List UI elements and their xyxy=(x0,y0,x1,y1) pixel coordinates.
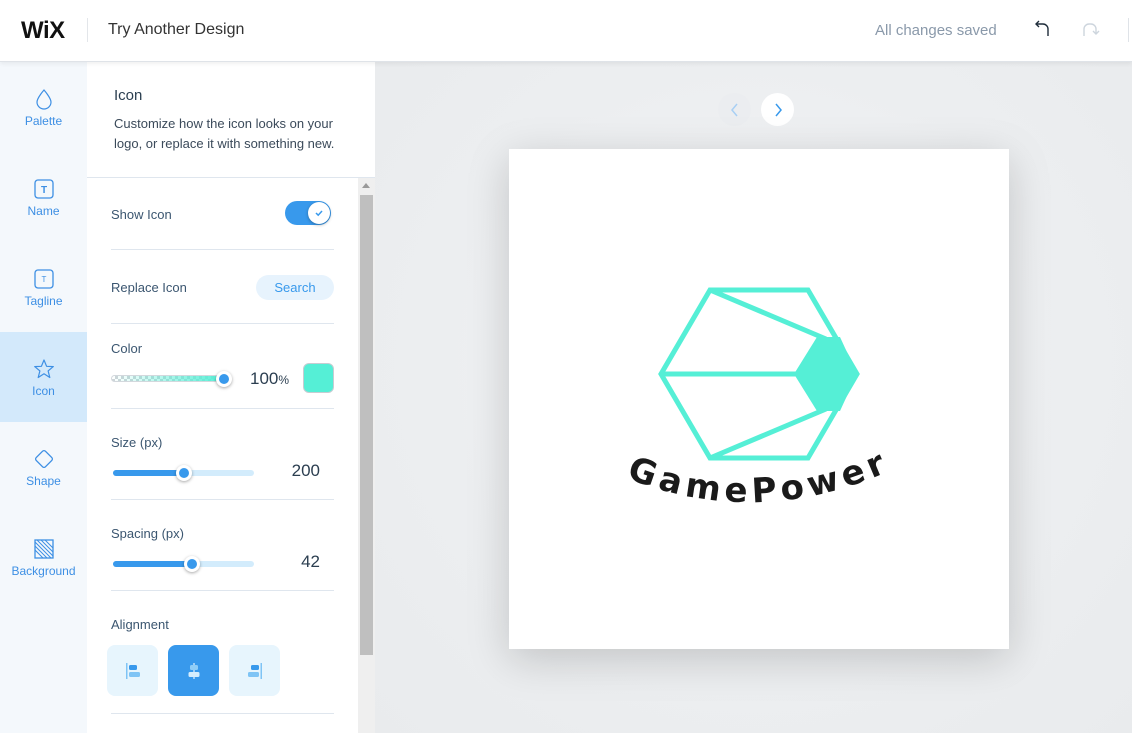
sidebar-item-label: Tagline xyxy=(24,294,63,308)
save-status: All changes saved xyxy=(875,22,997,39)
opacity-slider[interactable] xyxy=(111,375,226,382)
divider xyxy=(111,323,334,324)
align-left-button[interactable] xyxy=(107,645,158,696)
sidebar-item-icon[interactable]: Icon xyxy=(0,332,87,422)
sidebar-item-label: Icon xyxy=(32,384,55,398)
divider xyxy=(111,249,334,250)
opacity-number: 100 xyxy=(250,369,279,388)
opacity-slider-handle[interactable] xyxy=(216,371,232,387)
divider xyxy=(87,18,88,42)
scrollbar-thumb[interactable] xyxy=(360,195,373,655)
sidebar-item-palette[interactable]: Palette xyxy=(0,62,87,152)
svg-text:T: T xyxy=(40,185,46,196)
align-right-icon xyxy=(247,662,262,679)
show-icon-label: Show Icon xyxy=(111,207,172,222)
toggle-knob xyxy=(308,202,330,224)
sidebar-item-tagline[interactable]: T Tagline xyxy=(0,242,87,332)
size-slider[interactable] xyxy=(113,465,254,481)
alignment-label: Alignment xyxy=(111,617,169,632)
size-slider-handle[interactable] xyxy=(175,465,192,481)
color-label: Color xyxy=(111,341,143,356)
svg-text:T: T xyxy=(41,275,46,284)
divider xyxy=(111,713,334,714)
logo-preview-card[interactable]: GamePower xyxy=(509,149,1009,649)
page-title: Try Another Design xyxy=(108,21,245,38)
replace-icon-label: Replace Icon xyxy=(111,280,187,295)
top-bar: WiX Try Another Design All changes saved xyxy=(0,0,1132,62)
sidebar-nav: Palette T Name T Tagline Icon Shape Back… xyxy=(0,62,87,733)
next-design-button[interactable] xyxy=(761,93,794,126)
panel-title: Icon xyxy=(114,87,143,104)
search-icon-button[interactable]: Search xyxy=(256,275,334,300)
chevron-left-icon xyxy=(730,103,738,116)
panel-header: Icon Customize how the icon looks on you… xyxy=(87,62,375,178)
spacing-slider[interactable] xyxy=(113,556,254,572)
spacing-value[interactable]: 42 xyxy=(260,552,320,572)
sidebar-item-background[interactable]: Background xyxy=(0,512,87,602)
align-center-button[interactable] xyxy=(168,645,219,696)
sidebar-item-name[interactable]: T Name xyxy=(0,152,87,242)
drop-icon xyxy=(35,89,52,110)
sidebar-item-shape[interactable]: Shape xyxy=(0,422,87,512)
wix-logo[interactable]: WiX xyxy=(21,17,65,45)
divider xyxy=(111,499,334,500)
undo-icon xyxy=(1035,20,1049,36)
chevron-right-icon xyxy=(774,103,782,116)
brand-name: GamePower xyxy=(623,441,891,511)
divider xyxy=(1128,18,1129,42)
spacing-label: Spacing (px) xyxy=(111,526,184,541)
divider xyxy=(111,590,334,591)
color-swatch[interactable] xyxy=(303,363,334,393)
sidebar-item-label: Background xyxy=(11,564,76,578)
small-text-box-icon: T xyxy=(33,269,54,289)
brand-name-text: GamePower xyxy=(623,441,896,511)
slider-fill xyxy=(113,470,184,476)
slider-fill xyxy=(113,561,192,567)
previous-design-button[interactable] xyxy=(718,93,751,126)
divider xyxy=(111,408,334,409)
redo-button[interactable] xyxy=(1079,18,1101,40)
undo-button[interactable] xyxy=(1031,18,1053,40)
opacity-unit: % xyxy=(278,373,290,387)
sidebar-item-label: Palette xyxy=(24,114,63,128)
check-icon xyxy=(315,210,323,217)
opacity-value: 100% xyxy=(250,369,289,389)
panel-description: Customize how the icon looks on your log… xyxy=(114,116,335,151)
sidebar-item-label: Name xyxy=(27,204,60,218)
diamond-icon xyxy=(34,449,53,469)
show-icon-toggle[interactable] xyxy=(285,201,331,225)
star-icon xyxy=(33,359,54,379)
icon-settings-panel: Icon Customize how the icon looks on you… xyxy=(87,62,375,733)
hexagon-fill-shape xyxy=(794,337,857,411)
scroll-up-arrow-icon[interactable] xyxy=(362,183,370,188)
redo-icon xyxy=(1083,23,1100,36)
panel-scrollbar[interactable] xyxy=(358,178,375,733)
sidebar-item-label: Shape xyxy=(26,474,61,488)
size-label: Size (px) xyxy=(111,435,163,450)
align-right-button[interactable] xyxy=(229,645,280,696)
spacing-slider-handle[interactable] xyxy=(183,556,200,572)
align-center-icon xyxy=(188,662,199,679)
text-box-icon: T xyxy=(33,179,54,199)
size-value[interactable]: 200 xyxy=(260,461,320,481)
hatched-square-icon xyxy=(33,539,54,559)
align-left-icon xyxy=(125,662,140,679)
logo-preview: GamePower xyxy=(623,287,896,511)
